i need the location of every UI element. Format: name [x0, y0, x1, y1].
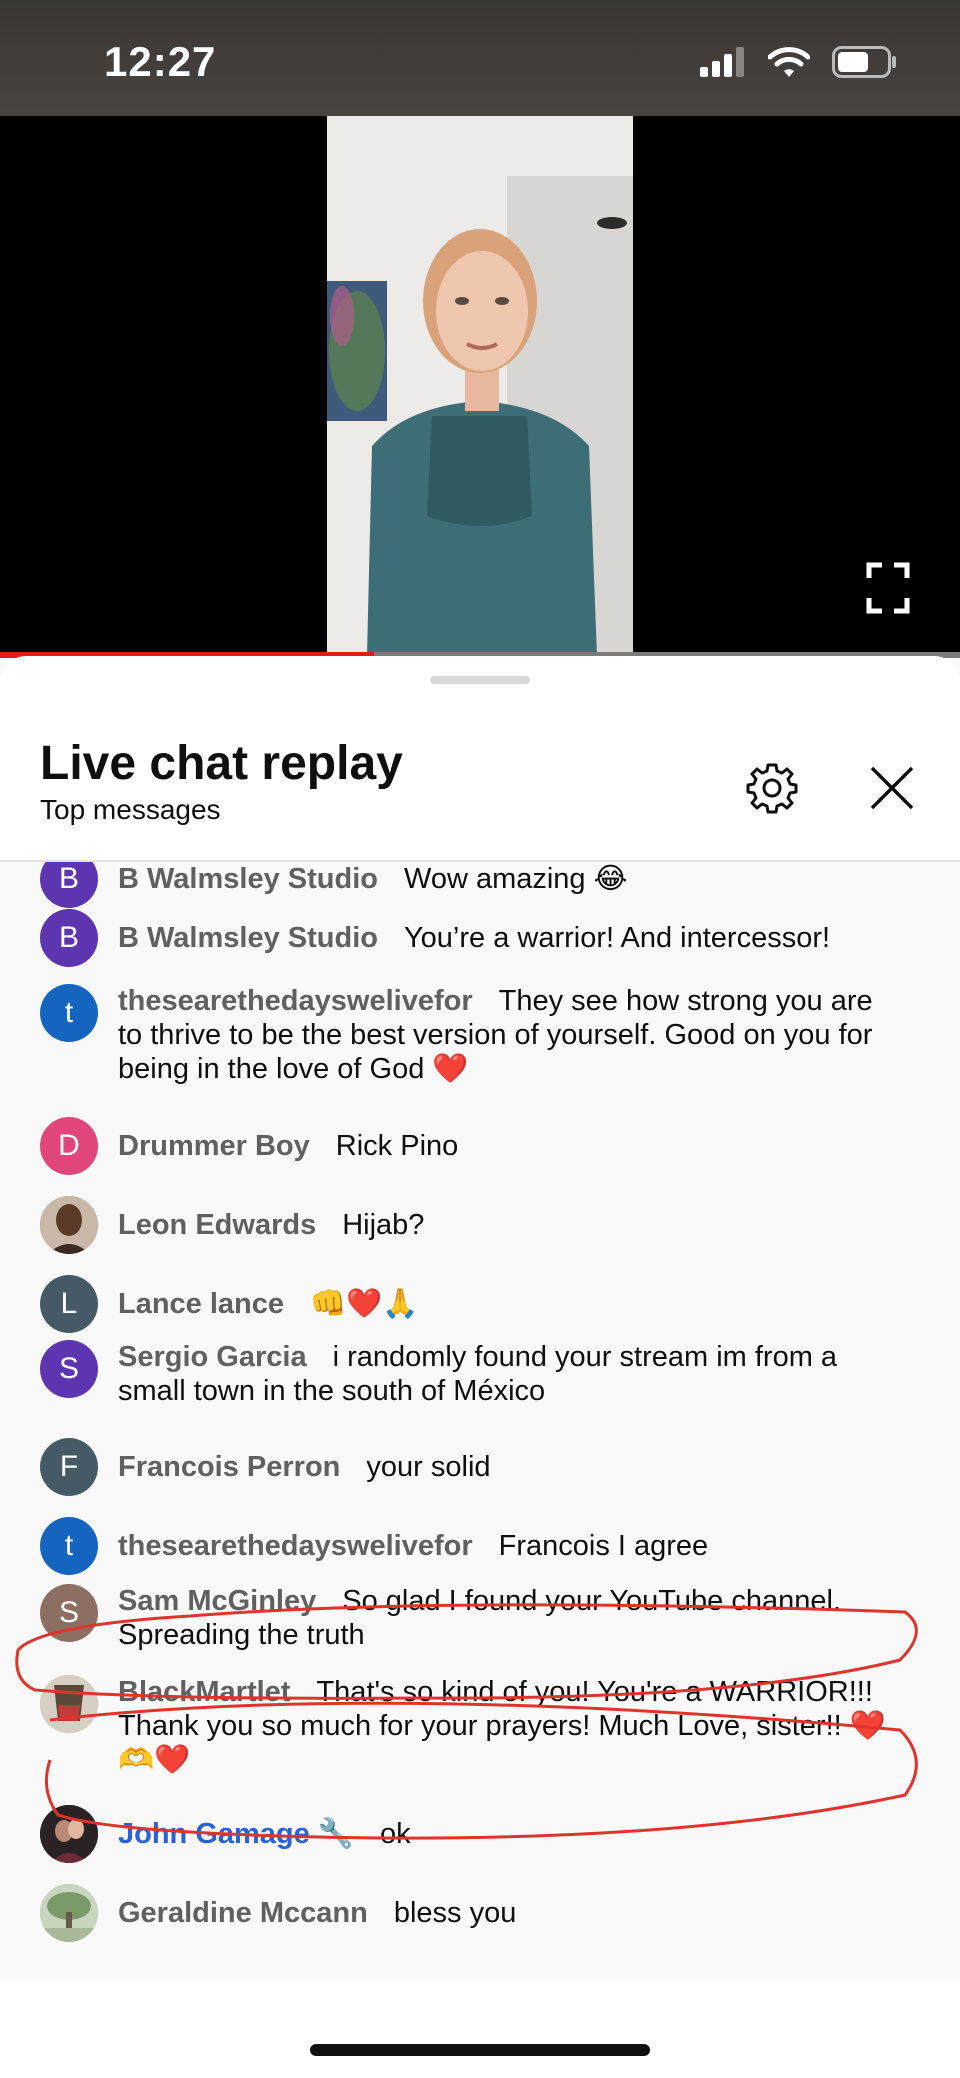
chat-mode-selector[interactable]: Top messages: [40, 794, 221, 826]
author-name[interactable]: Sam McGinley: [118, 1585, 316, 1617]
chat-message-list[interactable]: B B Walmsley Studio Wow amazing 😂 B B Wal…: [0, 862, 960, 1992]
author-name[interactable]: BlackMartlet: [118, 1676, 290, 1708]
avatar[interactable]: [40, 1884, 98, 1942]
chat-message: S Sam McGinley So glad I found your YouTu…: [40, 1584, 920, 1652]
avatar[interactable]: B: [40, 862, 98, 908]
panel-title: Live chat replay: [40, 737, 403, 790]
avatar[interactable]: [40, 1805, 98, 1863]
settings-button[interactable]: [740, 756, 804, 820]
avatar[interactable]: B: [40, 909, 98, 967]
chat-message: B B Walmsley Studio You’re a warrior! And…: [40, 909, 920, 967]
signal-icon: [700, 47, 744, 77]
avatar[interactable]: t: [40, 984, 98, 1042]
message-text: You’re a warrior! And intercessor!: [403, 922, 831, 954]
avatar[interactable]: S: [40, 1584, 98, 1642]
avatar[interactable]: [40, 1675, 98, 1733]
chat-message: D Drummer Boy Rick Pino: [40, 1117, 920, 1175]
close-button[interactable]: [860, 756, 924, 820]
home-area: [0, 1980, 960, 2078]
author-name[interactable]: Sergio Garcia: [118, 1341, 307, 1373]
message-text: Francois I agree: [498, 1530, 709, 1562]
message-text: Rick Pino: [335, 1130, 459, 1162]
avatar[interactable]: [40, 1196, 98, 1254]
chat-message: t thesearethedayswelivefor Francois I agr…: [40, 1517, 920, 1575]
profile-photo: [40, 1675, 98, 1733]
author-name-owner[interactable]: John Gamage 🔧: [118, 1818, 354, 1850]
author-name[interactable]: B Walmsley Studio: [118, 863, 378, 895]
profile-photo: [40, 1884, 98, 1942]
message-text: Wow amazing 😂: [403, 863, 628, 895]
message-text: bless you: [393, 1897, 517, 1929]
status-time: 12:27: [104, 38, 217, 85]
chat-message: Geraldine Mccann bless you: [40, 1884, 920, 1942]
author-name[interactable]: Lance lance: [118, 1288, 284, 1320]
chat-message: John Gamage 🔧 ok: [40, 1805, 920, 1863]
battery-icon: [832, 46, 896, 78]
close-icon: [870, 766, 914, 810]
avatar[interactable]: D: [40, 1117, 98, 1175]
fullscreen-icon[interactable]: [866, 562, 910, 614]
author-name[interactable]: thesearethedayswelivefor: [118, 985, 473, 1017]
profile-photo: [40, 1805, 98, 1863]
video-frame[interactable]: [327, 116, 633, 656]
author-name[interactable]: thesearethedayswelivefor: [118, 1530, 473, 1562]
home-indicator[interactable]: [310, 2044, 650, 2056]
author-name[interactable]: Drummer Boy: [118, 1130, 310, 1162]
message-text: your solid: [366, 1451, 491, 1483]
message-text: 👊❤️🙏: [310, 1288, 419, 1320]
wifi-icon: [768, 47, 810, 77]
message-text: Hijab?: [342, 1209, 425, 1241]
message-text: ok: [379, 1818, 411, 1850]
video-player[interactable]: [0, 116, 960, 656]
gear-icon: [746, 763, 798, 814]
chat-message: S Sergio Garcia i randomly found your str…: [40, 1340, 920, 1408]
video-still: [327, 116, 633, 656]
avatar[interactable]: S: [40, 1340, 98, 1398]
chat-message: L Lance lance 👊❤️🙏: [40, 1275, 920, 1333]
author-name[interactable]: Leon Edwards: [118, 1209, 316, 1241]
chat-message: t thesearethedayswelivefor They see how s…: [40, 984, 920, 1086]
live-chat-panel: Live chat replay Top messages B B Walmsl…: [0, 656, 960, 2078]
status-bar: 12:27: [0, 0, 960, 116]
author-name[interactable]: Francois Perron: [118, 1451, 340, 1483]
chat-message: Leon Edwards Hijab?: [40, 1196, 920, 1254]
author-name[interactable]: B Walmsley Studio: [118, 922, 378, 954]
avatar[interactable]: F: [40, 1438, 98, 1496]
status-icons: [700, 46, 898, 78]
chat-message: F Francois Perron your solid: [40, 1438, 920, 1496]
chat-message: B B Walmsley Studio Wow amazing 😂: [40, 862, 920, 908]
avatar[interactable]: L: [40, 1275, 98, 1333]
avatar[interactable]: t: [40, 1517, 98, 1575]
profile-photo: [40, 1196, 98, 1254]
chat-message: BlackMartlet That's so kind of you! You'r…: [40, 1675, 920, 1777]
drag-handle[interactable]: [430, 676, 530, 684]
author-name[interactable]: Geraldine Mccann: [118, 1897, 368, 1929]
